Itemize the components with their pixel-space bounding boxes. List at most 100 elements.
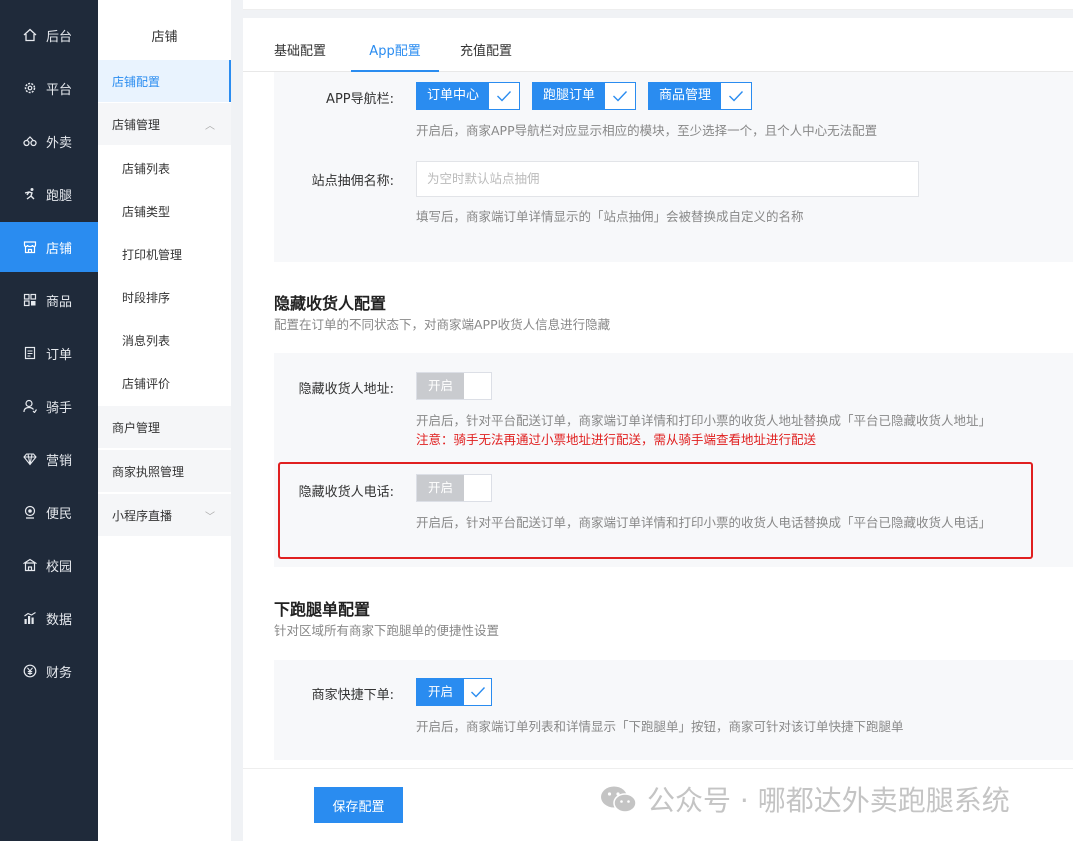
campus-icon — [22, 557, 38, 573]
hide-receiver-subtitle: 配置在订单的不同状态下，对商家端APP收货人信息进行隐藏 — [274, 317, 611, 332]
sidebar-item-order[interactable]: 订单 — [0, 328, 98, 378]
subnav-item-label: 小程序直播 — [112, 508, 173, 523]
runner-icon — [22, 186, 38, 202]
site-commission-label: 站点抽佣名称: — [311, 174, 394, 189]
sidebar-item-rider[interactable]: 骑手 — [0, 381, 98, 431]
subnav-item-label: 店铺类型 — [122, 204, 171, 219]
subnav-item-reviews[interactable]: 店铺评价 — [98, 362, 231, 404]
sidebar-item-label: 商品 — [46, 294, 73, 310]
sidebar-item-label: 便民 — [46, 506, 73, 522]
diamond-icon — [22, 451, 38, 467]
sidebar-item-label: 骑手 — [46, 400, 73, 416]
errand-subtitle: 针对区域所有商家下跑腿单的便捷性设置 — [274, 623, 500, 638]
switch-knob — [464, 373, 491, 399]
service-icon — [22, 504, 38, 520]
sidebar-item-label: 外卖 — [46, 135, 73, 151]
save-config-button[interactable]: 保存配置 — [314, 787, 403, 823]
app-nav-option-goods[interactable]: 商品管理 — [648, 82, 753, 110]
home-icon — [22, 27, 38, 43]
config-tabs: 基础配置 App配置 充值配置 — [243, 18, 1073, 72]
grid-icon — [22, 292, 38, 308]
gear-icon — [22, 80, 38, 96]
sidebar-item-takeout[interactable]: 外卖 — [0, 116, 98, 166]
sidebar-item-convenience[interactable]: 便民 — [0, 487, 98, 537]
subnav-item-merchant[interactable]: 商户管理 — [98, 406, 231, 448]
hide-address-label: 隐藏收货人地址: — [298, 382, 394, 397]
store-icon — [22, 239, 38, 255]
sidebar-item-data[interactable]: 数据 — [0, 593, 98, 643]
subnav-item-store-management[interactable]: 店铺管理 ︿ — [98, 103, 231, 145]
subnav-item-messages[interactable]: 消息列表 — [98, 319, 231, 361]
hide-receiver-title: 隐藏收货人配置 — [274, 294, 387, 313]
hide-address-warning: 注意：骑手无法再通过小票地址进行配送，需从骑手端查看地址进行配送 — [416, 432, 817, 447]
sidebar-item-label: 财务 — [46, 665, 73, 681]
subnav-title: 店铺 — [151, 30, 178, 45]
sidebar-item-home[interactable]: 后台 — [0, 10, 98, 60]
sidebar-item-finance[interactable]: 财务 — [0, 646, 98, 696]
secondary-sidebar: 店铺 店铺配置 店铺管理 ︿ 店铺列表 店铺类型 打印机管理 时段排序 消息列表 … — [98, 0, 231, 841]
watermark-text: 公众号 · 哪都达外卖跑腿系统 — [647, 784, 1010, 817]
errand-title: 下跑腿单配置 — [274, 600, 371, 619]
tab-app[interactable]: App配置 — [351, 18, 439, 72]
subnav-item-label: 消息列表 — [122, 333, 171, 348]
sidebar-item-label: 店铺 — [46, 241, 73, 257]
quick-order-hint: 开启后，商家端订单列表和详情显示「下跑腿单」按钮，商家可针对该订单快捷下跑腿单 — [416, 719, 904, 734]
subnav-item-label: 店铺配置 — [112, 74, 161, 89]
sidebar-item-label: 平台 — [46, 82, 73, 98]
sidebar-item-label: 订单 — [46, 347, 73, 363]
sidebar-item-goods[interactable]: 商品 — [0, 275, 98, 325]
app-nav-option-orders[interactable]: 订单中心 — [416, 82, 521, 110]
app-nav-option-errand[interactable]: 跑腿订单 — [532, 82, 637, 110]
sidebar-item-platform[interactable]: 平台 — [0, 63, 98, 113]
sidebar-item-label: 跑腿 — [46, 188, 73, 204]
tab-recharge[interactable]: 充值配置 — [451, 18, 521, 72]
subnav-item-store-config[interactable]: 店铺配置 — [98, 60, 231, 102]
sidebar-item-label: 校园 — [46, 559, 73, 575]
wechat-icon — [599, 784, 639, 814]
top-strip — [243, 0, 1073, 10]
subnav-item-label: 商户管理 — [112, 420, 161, 435]
check-icon — [721, 83, 751, 109]
sidebar-item-store[interactable]: 店铺 — [0, 222, 98, 272]
quick-order-switch[interactable]: 开启 — [416, 678, 492, 706]
sidebar-item-label: 数据 — [46, 612, 73, 628]
chevron-up-icon: ︿ — [205, 121, 215, 132]
subnav-item-label: 店铺列表 — [122, 161, 171, 176]
option-label: 商品管理 — [649, 83, 722, 109]
tab-basic[interactable]: 基础配置 — [265, 18, 335, 72]
highlight-box — [278, 462, 1033, 559]
hide-address-switch[interactable]: 开启 — [416, 372, 492, 400]
footer-bar: 保存配置 公众号 · 哪都达外卖跑腿系统 — [243, 768, 1073, 841]
switch-label: 开启 — [417, 373, 464, 399]
chevron-down-icon: ﹀ — [205, 512, 215, 523]
subnav-item-label: 商家执照管理 — [112, 464, 185, 479]
subnav-item-label: 打印机管理 — [122, 247, 183, 262]
subnav-item-license[interactable]: 商家执照管理 — [98, 450, 231, 492]
option-label: 跑腿订单 — [533, 83, 606, 109]
subnav-item-printer[interactable]: 打印机管理 — [98, 233, 231, 275]
chart-icon — [22, 610, 38, 626]
subnav-item-live[interactable]: 小程序直播 ﹀ — [98, 494, 231, 536]
switch-label: 开启 — [417, 679, 464, 705]
order-icon — [22, 345, 38, 361]
option-label: 订单中心 — [417, 83, 490, 109]
yen-icon — [22, 663, 38, 679]
sidebar-item-marketing[interactable]: 营销 — [0, 434, 98, 484]
sidebar-item-errand[interactable]: 跑腿 — [0, 169, 98, 219]
site-commission-input[interactable]: 为空时默认站点抽佣 — [416, 161, 919, 197]
subnav-item-store-type[interactable]: 店铺类型 — [98, 190, 231, 232]
subnav-item-label: 店铺评价 — [122, 376, 171, 391]
sidebar-item-campus[interactable]: 校园 — [0, 540, 98, 590]
primary-sidebar: 后台 平台 外卖 跑腿 店铺 商品 订单 骑手 营销 便民 校园 数据 财务 — [0, 0, 98, 841]
check-icon — [464, 679, 491, 705]
sidebar-item-label: 营销 — [46, 453, 73, 469]
content-gap — [231, 0, 243, 841]
site-commission-hint: 填写后，商家端订单详情显示的「站点抽佣」会被替换成自定义的名称 — [416, 209, 804, 224]
sidebar-item-label: 后台 — [46, 29, 73, 45]
app-nav-label: APP导航栏: — [326, 92, 394, 107]
check-icon — [605, 83, 635, 109]
errand-panel — [274, 660, 1073, 760]
subnav-item-store-list[interactable]: 店铺列表 — [98, 147, 231, 189]
subnav-item-time-sort[interactable]: 时段排序 — [98, 276, 231, 318]
watermark: 公众号 · 哪都达外卖跑腿系统 — [599, 779, 1010, 819]
